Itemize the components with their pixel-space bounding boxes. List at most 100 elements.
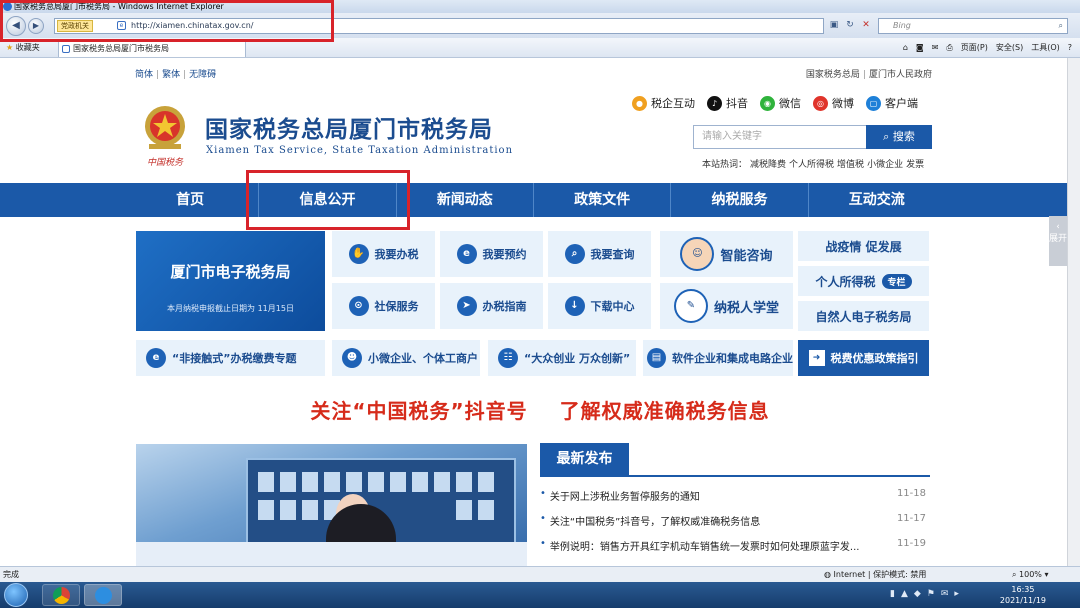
link-simplified[interactable]: 简体	[135, 70, 153, 80]
tax-emblem-logo[interactable]: 中国税务	[137, 102, 193, 172]
agent-avatar-icon: ☺	[680, 237, 715, 271]
status-bar: 完成 ◍ Internet | 保护模式: 禁用 ⌕ 100% ▾	[0, 566, 1080, 582]
print-icon[interactable]: ⎙	[946, 41, 952, 54]
douyin-icon: ♪	[707, 95, 722, 111]
site-title-en: Xiamen Tax Service, State Taxation Admin…	[206, 145, 514, 156]
service-taxpayer-school[interactable]: ✎ 纳税人学堂	[660, 283, 793, 329]
link-xiamen-gov[interactable]: 厦门市人民政府	[869, 70, 932, 80]
highlight-box-nav	[246, 170, 410, 230]
chat-icon: ●	[632, 95, 647, 111]
chrome-icon	[53, 587, 70, 604]
news-item[interactable]: • 举例说明：销售方开具红字机动车销售统一发票时如何处理原蓝字发... 11-19	[540, 538, 930, 554]
hot-word[interactable]: 小微企业	[867, 160, 903, 170]
service-query[interactable]: ⌕ 我要查询	[548, 231, 651, 277]
topic-fight-epidemic[interactable]: 战疫情 促发展	[798, 231, 929, 261]
topic-entrepreneurship[interactable]: ☷ “大众创业 万众创新”	[488, 340, 636, 376]
feeds-icon[interactable]: ◙	[916, 41, 924, 54]
etax-bureau-card[interactable]: 厦门市电子税务局 本月纳税申报截止日期为 11月15日	[136, 231, 325, 331]
monitor-icon: e	[146, 348, 166, 368]
stop-icon[interactable]: ✕	[858, 18, 874, 34]
help-icon[interactable]: ?	[1068, 41, 1072, 54]
service-appointment[interactable]: e 我要预约	[440, 231, 543, 277]
social-tax-interaction[interactable]: ● 税企互动	[632, 95, 695, 111]
link-sta[interactable]: 国家税务总局	[806, 70, 860, 80]
tools-menu[interactable]: 工具(O)	[1031, 41, 1060, 54]
chevron-left-icon: ‹	[1056, 222, 1060, 232]
page-menu[interactable]: 页面(P)	[961, 41, 988, 54]
safety-menu[interactable]: 安全(S)	[996, 41, 1023, 54]
language-links: 简体 | 繁体 | 无障碍	[135, 70, 217, 80]
ie-window: 国家税务总局厦门市税务局 - Windows Internet Explorer…	[0, 0, 1080, 608]
hot-word[interactable]: 增值税	[837, 160, 864, 170]
hot-word[interactable]: 减税降费	[750, 160, 786, 170]
clock-time: 16:35	[1011, 585, 1035, 594]
wechat-icon: ◉	[760, 95, 775, 111]
top-strip: 简体 | 繁体 | 无障碍 国家税务总局 | 厦门市人民政府	[0, 58, 1080, 88]
nav-news[interactable]: 新闻动态	[397, 183, 534, 217]
building-icon: ▤	[647, 348, 666, 368]
taskbar-ie[interactable]	[84, 584, 122, 606]
link-accessibility[interactable]: 无障碍	[189, 70, 216, 80]
mail-icon[interactable]: ✉	[932, 41, 939, 54]
taskbar: ▮▲◆⚑✉▸ 16:35 2021/11/19	[0, 582, 1080, 608]
topic-personal-etax[interactable]: 自然人电子税务局	[798, 301, 929, 331]
search-icon[interactable]: ⌕	[1059, 19, 1063, 33]
policy-guide-button[interactable]: ➜ 税费优惠政策指引	[798, 340, 929, 376]
zoom-level[interactable]: ⌕ 100% ▾	[1012, 567, 1048, 582]
zoom-icon: ⌕	[1012, 570, 1017, 579]
external-links: 国家税务总局 | 厦门市人民政府	[805, 70, 932, 80]
service-downloads[interactable]: ↓ 下载中心	[548, 283, 651, 329]
download-icon: ↓	[564, 296, 585, 316]
main-nav: 首页 信息公开 新闻动态 政策文件 纳税服务 互动交流	[0, 183, 1080, 217]
douyin-banner[interactable]: 关注“中国税务”抖音号 了解权威准确税务信息	[0, 395, 1080, 424]
link-traditional[interactable]: 繁体	[162, 70, 180, 80]
site-search-button[interactable]: ⌕ 搜索	[866, 125, 932, 149]
service-guide[interactable]: ➤ 办税指南	[440, 283, 543, 329]
social-douyin[interactable]: ♪ 抖音	[707, 95, 748, 111]
topic-software-ic[interactable]: ▤ 软件企业和集成电路企业	[643, 340, 793, 376]
latest-news-tab[interactable]: 最新发布	[540, 443, 629, 476]
hot-word[interactable]: 发票	[906, 160, 924, 170]
status-text: 完成	[3, 570, 19, 579]
book-pen-icon: ✎	[673, 289, 708, 323]
topic-individual-income-tax[interactable]: 个人所得税 专栏	[798, 266, 929, 296]
start-button[interactable]	[4, 583, 28, 607]
news-photo[interactable]	[136, 444, 527, 566]
search-bar[interactable]: Bing ⌕	[878, 18, 1068, 34]
vertical-scrollbar[interactable]	[1067, 58, 1080, 566]
social-wechat[interactable]: ◉ 微信	[760, 95, 801, 111]
service-social-security[interactable]: ⊙ 社保服务	[332, 283, 435, 329]
security-zone[interactable]: ◍ Internet | 保护模式: 禁用	[824, 567, 926, 582]
query-icon: ⌕	[564, 244, 585, 264]
clock[interactable]: 16:35 2021/11/19	[1000, 584, 1046, 606]
nav-tax-services[interactable]: 纳税服务	[671, 183, 809, 217]
favorites-button[interactable]: ★ 收藏夹	[6, 42, 40, 53]
social-links: ● 税企互动 ♪ 抖音 ◉ 微信 ◎ 微博 ▢ 客户端	[632, 95, 918, 111]
service-smart-consult[interactable]: ☺ 智能咨询	[660, 231, 793, 277]
topic-contactless[interactable]: e “非接触式”办税缴费专题	[136, 340, 325, 376]
compat-view-icon[interactable]: ▣	[826, 18, 842, 34]
nav-policies[interactable]: 政策文件	[534, 183, 672, 217]
home-icon[interactable]: ⌂	[903, 41, 908, 54]
hot-words-label: 本站热词：	[702, 160, 748, 170]
tab-icon	[62, 45, 70, 53]
side-expand-tab[interactable]: ‹ 展开	[1049, 216, 1067, 266]
browser-tab[interactable]: 国家税务总局厦门市税务局	[58, 40, 246, 57]
site-search-input[interactable]: 请输入关键字	[693, 125, 867, 149]
social-weibo[interactable]: ◎ 微博	[813, 95, 854, 111]
hot-word[interactable]: 个人所得税	[789, 160, 834, 170]
nav-home[interactable]: 首页	[122, 183, 260, 217]
service-file-tax[interactable]: ✋ 我要办税	[332, 231, 435, 277]
taskbar-chrome[interactable]	[42, 584, 80, 606]
news-item[interactable]: • 关注“中国税务”抖音号，了解权威准确税务信息 11-17	[540, 513, 930, 529]
etax-title: 厦门市电子税务局	[170, 263, 291, 281]
refresh-icon[interactable]: ↻	[842, 18, 858, 34]
group-icon: ☷	[498, 348, 518, 368]
hot-words: 本站热词： 减税降费 个人所得税 增值税 小微企业 发票	[699, 157, 924, 170]
nav-interaction[interactable]: 互动交流	[809, 183, 945, 217]
social-app[interactable]: ▢ 客户端	[866, 95, 918, 111]
topic-small-business[interactable]: ☻ 小微企业、个体工商户	[332, 340, 480, 376]
news-item[interactable]: • 关于网上涉税业务暂停服务的通知 11-18	[540, 488, 930, 504]
system-tray[interactable]: ▮▲◆⚑✉▸	[890, 589, 965, 599]
highlight-box-address	[0, 0, 334, 42]
